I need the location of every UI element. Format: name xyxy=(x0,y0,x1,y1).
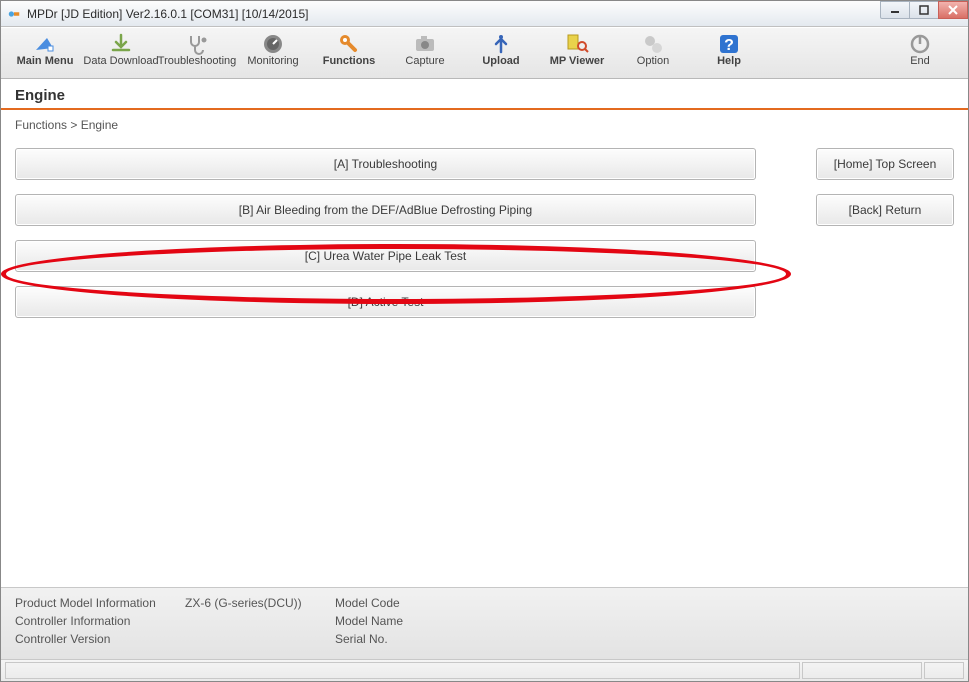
toolbar-label: Troubleshooting xyxy=(158,56,236,68)
toolbar-label: Option xyxy=(637,56,669,68)
download-icon xyxy=(107,32,135,56)
home-icon xyxy=(31,32,59,56)
content-area: Engine Functions > Engine [A] Troublesho… xyxy=(1,79,968,587)
toolbar-label: Upload xyxy=(482,56,519,68)
home-top-screen-button[interactable]: [Home] Top Screen xyxy=(816,148,954,180)
back-return-button[interactable]: [Back] Return xyxy=(816,194,954,226)
toolbar-label: Main Menu xyxy=(17,56,74,68)
body-row: [A] Troubleshooting [B] Air Bleeding fro… xyxy=(1,140,968,587)
footer-label: Model Code xyxy=(335,596,435,610)
toolbar-label: MP Viewer xyxy=(550,56,605,68)
camera-icon xyxy=(411,32,439,56)
minimize-button[interactable] xyxy=(880,1,910,19)
status-cell xyxy=(802,662,922,679)
toolbar-data-download[interactable]: Data Download xyxy=(83,30,159,68)
toolbar-main-menu[interactable]: Main Menu xyxy=(7,30,83,68)
fn-air-bleeding-button[interactable]: [B] Air Bleeding from the DEF/AdBlue Def… xyxy=(15,194,756,226)
toolbar-mp-viewer[interactable]: MP Viewer xyxy=(539,30,615,68)
help-icon: ? xyxy=(715,32,743,56)
toolbar-upload[interactable]: Upload xyxy=(463,30,539,68)
toolbar-label: Help xyxy=(717,56,741,68)
fn-active-test-button[interactable]: [D] Active Test xyxy=(15,286,756,318)
toolbar-troubleshooting[interactable]: Troubleshooting xyxy=(159,30,235,68)
toolbar-option[interactable]: Option xyxy=(615,30,691,68)
status-cell xyxy=(924,662,964,679)
nav-col: [Home] Top Screen [Back] Return xyxy=(816,148,954,587)
footer-value xyxy=(185,614,335,628)
gear-icon xyxy=(639,32,667,56)
title-bar: MPDr [JD Edition] Ver2.16.0.1 [COM31] [1… xyxy=(1,1,968,27)
toolbar-capture[interactable]: Capture xyxy=(387,30,463,68)
footer-info: Product Model Information ZX-6 (G-series… xyxy=(1,587,968,659)
toolbar-end[interactable]: End xyxy=(882,30,958,68)
gauge-icon xyxy=(259,32,287,56)
toolbar-functions[interactable]: Functions xyxy=(311,30,387,68)
svg-text:?: ? xyxy=(724,37,734,54)
toolbar-label: Functions xyxy=(323,56,376,68)
section-title: Engine xyxy=(1,79,968,110)
status-cell xyxy=(5,662,800,679)
toolbar-label: Capture xyxy=(405,56,444,68)
window-controls xyxy=(881,1,968,21)
toolbar-label: Monitoring xyxy=(247,56,298,68)
function-list: [A] Troubleshooting [B] Air Bleeding fro… xyxy=(15,148,756,587)
footer-value: ZX-6 (G-series(DCU)) xyxy=(185,596,335,610)
footer-value xyxy=(185,632,335,646)
toolbar-monitoring[interactable]: Monitoring xyxy=(235,30,311,68)
status-bar xyxy=(1,659,968,681)
wrench-icon xyxy=(335,32,363,56)
footer-label: Model Name xyxy=(335,614,435,628)
fn-troubleshooting-button[interactable]: [A] Troubleshooting xyxy=(15,148,756,180)
stethoscope-icon xyxy=(183,32,211,56)
close-button[interactable] xyxy=(938,1,968,19)
breadcrumb: Functions > Engine xyxy=(1,110,968,140)
footer-label: Product Model Information xyxy=(15,596,185,610)
fn-urea-leak-test-button[interactable]: [C] Urea Water Pipe Leak Test xyxy=(15,240,756,272)
toolbar-label: End xyxy=(910,56,930,68)
main-window: MPDr [JD Edition] Ver2.16.0.1 [COM31] [1… xyxy=(0,0,969,682)
toolbar-label: Data Download xyxy=(83,56,158,68)
viewer-icon xyxy=(563,32,591,56)
footer-label: Controller Information xyxy=(15,614,185,628)
toolbar: Main Menu Data Download Troubleshooting … xyxy=(1,27,968,79)
footer-label: Controller Version xyxy=(15,632,185,646)
window-title: MPDr [JD Edition] Ver2.16.0.1 [COM31] [1… xyxy=(27,7,308,21)
power-icon xyxy=(906,32,934,56)
upload-icon xyxy=(487,32,515,56)
toolbar-help[interactable]: ? Help xyxy=(691,30,767,68)
maximize-button[interactable] xyxy=(909,1,939,19)
footer-label: Serial No. xyxy=(335,632,435,646)
app-icon xyxy=(7,7,21,21)
